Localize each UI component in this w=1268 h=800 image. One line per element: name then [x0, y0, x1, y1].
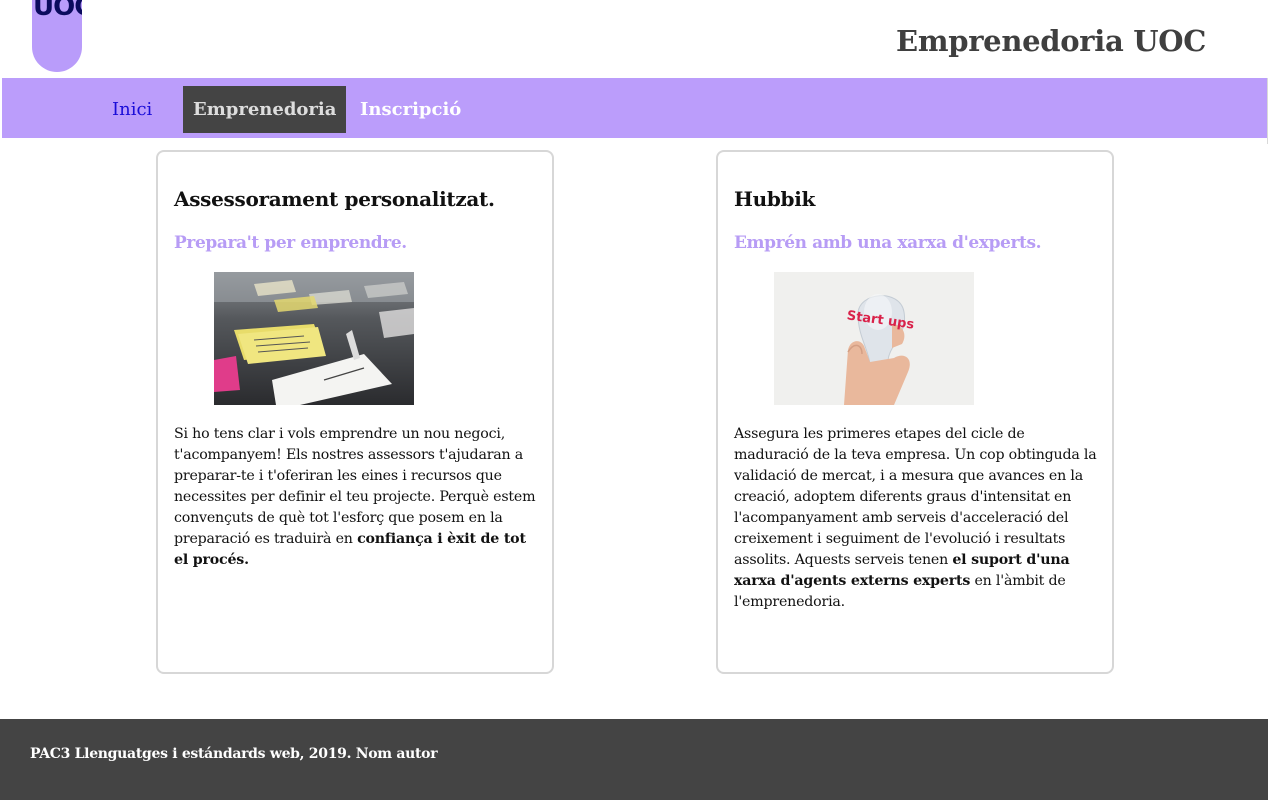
site-title: Emprenedoria UOC: [896, 24, 1206, 58]
nav-item-inici[interactable]: Inici: [102, 86, 162, 133]
card-subtitle: Prepara't per emprendre.: [174, 233, 407, 253]
nav-item-emprenedoria[interactable]: Emprenedoria: [183, 86, 347, 133]
card-hubbik: Hubbik Emprén amb una xarxa d'experts. S…: [716, 150, 1114, 674]
page: UOC Emprenedoria UOC Inici Emprenedoria …: [0, 0, 1268, 800]
sticky-notes-photo: [214, 272, 414, 406]
card-assessorament: Assessorament personalitzat. Prepara't p…: [156, 150, 554, 674]
site-header: UOC Emprenedoria UOC: [0, 0, 1268, 78]
card-title: Assessorament personalitzat.: [174, 187, 495, 211]
nav-item-inscripcio[interactable]: Inscripció: [350, 86, 471, 133]
card-body-text: Assegura les primeres etapes del cicle d…: [734, 426, 1097, 569]
footer-copyright: PAC3 Llenguatges i estándards web, 2019.: [30, 746, 352, 762]
card-body-text: Si ho tens clar i vols emprendre un nou …: [174, 426, 536, 548]
card-body: Si ho tens clar i vols emprendre un nou …: [174, 424, 540, 571]
footer-author: Nom autor: [355, 746, 438, 762]
logo-text: UOC: [33, 0, 82, 22]
card-subtitle: Emprén amb una xarxa d'experts.: [734, 233, 1042, 253]
card-title: Hubbik: [734, 187, 816, 211]
footer-text: PAC3 Llenguatges i estándards web, 2019.…: [30, 746, 438, 762]
site-footer: PAC3 Llenguatges i estándards web, 2019.…: [0, 719, 1268, 800]
card-body: Assegura les primeres etapes del cicle d…: [734, 424, 1100, 613]
uoc-logo[interactable]: UOC: [32, 0, 82, 72]
main-nav: Inici Emprenedoria Inscripció: [2, 78, 1267, 138]
startup-lightbulb-photo: Start ups: [774, 272, 974, 406]
